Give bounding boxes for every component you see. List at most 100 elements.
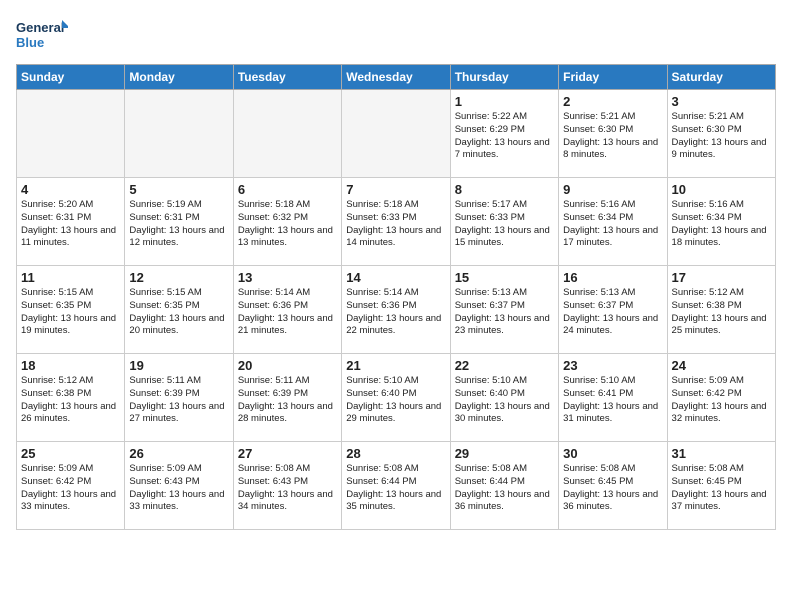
day-cell: 12 Sunrise: 5:15 AMSunset: 6:35 PMDayligh… <box>125 266 233 354</box>
day-cell: 29 Sunrise: 5:08 AMSunset: 6:44 PMDayligh… <box>450 442 558 530</box>
week-row-5: 25 Sunrise: 5:09 AMSunset: 6:42 PMDayligh… <box>17 442 776 530</box>
day-number: 27 <box>238 446 337 461</box>
day-number: 3 <box>672 94 771 109</box>
day-cell: 10 Sunrise: 5:16 AMSunset: 6:34 PMDayligh… <box>667 178 775 266</box>
day-info: Sunrise: 5:14 AMSunset: 6:36 PMDaylight:… <box>346 287 445 338</box>
day-cell: 28Sunrise: 5:08 AMSunset: 6:44 PMDayligh… <box>342 442 450 530</box>
day-cell: 31Sunrise: 5:08 AMSunset: 6:45 PMDayligh… <box>667 442 775 530</box>
col-header-friday: Friday <box>559 65 667 90</box>
day-number: 9 <box>563 182 662 197</box>
day-cell <box>125 90 233 178</box>
day-info: Sunrise: 5:21 AMSunset: 6:30 PMDaylight:… <box>672 111 771 162</box>
day-number: 14 <box>346 270 445 285</box>
col-header-saturday: Saturday <box>667 65 775 90</box>
day-cell: 6 Sunrise: 5:18 AMSunset: 6:32 PMDaylight… <box>233 178 341 266</box>
day-number: 29 <box>455 446 554 461</box>
day-cell: 24 Sunrise: 5:09 AMSunset: 6:42 PMDayligh… <box>667 354 775 442</box>
calendar-table: SundayMondayTuesdayWednesdayThursdayFrid… <box>16 64 776 530</box>
col-header-sunday: Sunday <box>17 65 125 90</box>
day-info: Sunrise: 5:10 AMSunset: 6:40 PMDaylight:… <box>455 375 554 426</box>
day-cell: 25 Sunrise: 5:09 AMSunset: 6:42 PMDayligh… <box>17 442 125 530</box>
day-number: 13 <box>238 270 337 285</box>
day-number: 16 <box>563 270 662 285</box>
day-info: Sunrise: 5:11 AMSunset: 6:39 PMDaylight:… <box>129 375 228 426</box>
day-cell: 3 Sunrise: 5:21 AMSunset: 6:30 PMDaylight… <box>667 90 775 178</box>
col-header-thursday: Thursday <box>450 65 558 90</box>
day-number: 10 <box>672 182 771 197</box>
day-info: Sunrise: 5:08 AMSunset: 6:45 PMDaylight:… <box>563 463 662 514</box>
day-number: 28 <box>346 446 445 461</box>
day-cell: 13 Sunrise: 5:14 AMSunset: 6:36 PMDayligh… <box>233 266 341 354</box>
day-number: 15 <box>455 270 554 285</box>
day-number: 20 <box>238 358 337 373</box>
day-cell: 9 Sunrise: 5:16 AMSunset: 6:34 PMDaylight… <box>559 178 667 266</box>
day-number: 23 <box>563 358 662 373</box>
week-row-2: 4 Sunrise: 5:20 AMSunset: 6:31 PMDaylight… <box>17 178 776 266</box>
week-row-3: 11 Sunrise: 5:15 AMSunset: 6:35 PMDayligh… <box>17 266 776 354</box>
day-info: Sunrise: 5:18 AMSunset: 6:32 PMDaylight:… <box>238 199 337 250</box>
week-row-4: 18Sunrise: 5:12 AMSunset: 6:38 PMDayligh… <box>17 354 776 442</box>
day-number: 7 <box>346 182 445 197</box>
day-info: Sunrise: 5:17 AMSunset: 6:33 PMDaylight:… <box>455 199 554 250</box>
day-cell: 22 Sunrise: 5:10 AMSunset: 6:40 PMDayligh… <box>450 354 558 442</box>
day-number: 17 <box>672 270 771 285</box>
day-info: Sunrise: 5:11 AMSunset: 6:39 PMDaylight:… <box>238 375 337 426</box>
day-cell: 18Sunrise: 5:12 AMSunset: 6:38 PMDayligh… <box>17 354 125 442</box>
day-info: Sunrise: 5:15 AMSunset: 6:35 PMDaylight:… <box>129 287 228 338</box>
day-cell: 20 Sunrise: 5:11 AMSunset: 6:39 PMDayligh… <box>233 354 341 442</box>
day-info: Sunrise: 5:20 AMSunset: 6:31 PMDaylight:… <box>21 199 120 250</box>
day-info: Sunrise: 5:10 AMSunset: 6:40 PMDaylight:… <box>346 375 445 426</box>
day-cell: 15 Sunrise: 5:13 AMSunset: 6:37 PMDayligh… <box>450 266 558 354</box>
col-header-monday: Monday <box>125 65 233 90</box>
day-number: 19 <box>129 358 228 373</box>
day-info: Sunrise: 5:08 AMSunset: 6:44 PMDaylight:… <box>455 463 554 514</box>
day-cell: 17 Sunrise: 5:12 AMSunset: 6:38 PMDayligh… <box>667 266 775 354</box>
week-row-1: 1Sunrise: 5:22 AMSunset: 6:29 PMDaylight… <box>17 90 776 178</box>
day-cell: 1Sunrise: 5:22 AMSunset: 6:29 PMDaylight… <box>450 90 558 178</box>
day-number: 30 <box>563 446 662 461</box>
day-cell: 8 Sunrise: 5:17 AMSunset: 6:33 PMDaylight… <box>450 178 558 266</box>
day-cell: 19 Sunrise: 5:11 AMSunset: 6:39 PMDayligh… <box>125 354 233 442</box>
day-cell: 27 Sunrise: 5:08 AMSunset: 6:43 PMDayligh… <box>233 442 341 530</box>
svg-text:Blue: Blue <box>16 35 44 50</box>
day-cell: 14 Sunrise: 5:14 AMSunset: 6:36 PMDayligh… <box>342 266 450 354</box>
day-info: Sunrise: 5:09 AMSunset: 6:42 PMDaylight:… <box>672 375 771 426</box>
day-number: 5 <box>129 182 228 197</box>
day-number: 8 <box>455 182 554 197</box>
day-number: 2 <box>563 94 662 109</box>
day-number: 18 <box>21 358 120 373</box>
day-number: 4 <box>21 182 120 197</box>
day-number: 25 <box>21 446 120 461</box>
day-cell: 5Sunrise: 5:19 AMSunset: 6:31 PMDaylight… <box>125 178 233 266</box>
day-number: 24 <box>672 358 771 373</box>
day-number: 22 <box>455 358 554 373</box>
day-cell: 21 Sunrise: 5:10 AMSunset: 6:40 PMDayligh… <box>342 354 450 442</box>
day-cell: 16 Sunrise: 5:13 AMSunset: 6:37 PMDayligh… <box>559 266 667 354</box>
day-info: Sunrise: 5:16 AMSunset: 6:34 PMDaylight:… <box>563 199 662 250</box>
day-number: 6 <box>238 182 337 197</box>
day-info: Sunrise: 5:16 AMSunset: 6:34 PMDaylight:… <box>672 199 771 250</box>
svg-text:General: General <box>16 20 64 35</box>
day-cell <box>233 90 341 178</box>
day-cell: 11 Sunrise: 5:15 AMSunset: 6:35 PMDayligh… <box>17 266 125 354</box>
day-info: Sunrise: 5:14 AMSunset: 6:36 PMDaylight:… <box>238 287 337 338</box>
day-info: Sunrise: 5:08 AMSunset: 6:43 PMDaylight:… <box>238 463 337 514</box>
day-cell: 26Sunrise: 5:09 AMSunset: 6:43 PMDayligh… <box>125 442 233 530</box>
day-number: 21 <box>346 358 445 373</box>
day-info: Sunrise: 5:12 AMSunset: 6:38 PMDaylight:… <box>672 287 771 338</box>
day-info: Sunrise: 5:13 AMSunset: 6:37 PMDaylight:… <box>563 287 662 338</box>
day-cell <box>342 90 450 178</box>
day-number: 11 <box>21 270 120 285</box>
day-cell: 7Sunrise: 5:18 AMSunset: 6:33 PMDaylight… <box>342 178 450 266</box>
day-info: Sunrise: 5:15 AMSunset: 6:35 PMDaylight:… <box>21 287 120 338</box>
day-cell: 2 Sunrise: 5:21 AMSunset: 6:30 PMDaylight… <box>559 90 667 178</box>
day-info: Sunrise: 5:10 AMSunset: 6:41 PMDaylight:… <box>563 375 662 426</box>
day-info: Sunrise: 5:21 AMSunset: 6:30 PMDaylight:… <box>563 111 662 162</box>
day-number: 12 <box>129 270 228 285</box>
logo: General Blue <box>16 16 68 56</box>
day-number: 1 <box>455 94 554 109</box>
day-info: Sunrise: 5:13 AMSunset: 6:37 PMDaylight:… <box>455 287 554 338</box>
day-info: Sunrise: 5:09 AMSunset: 6:42 PMDaylight:… <box>21 463 120 514</box>
day-cell <box>17 90 125 178</box>
page-header: General Blue <box>16 16 776 56</box>
